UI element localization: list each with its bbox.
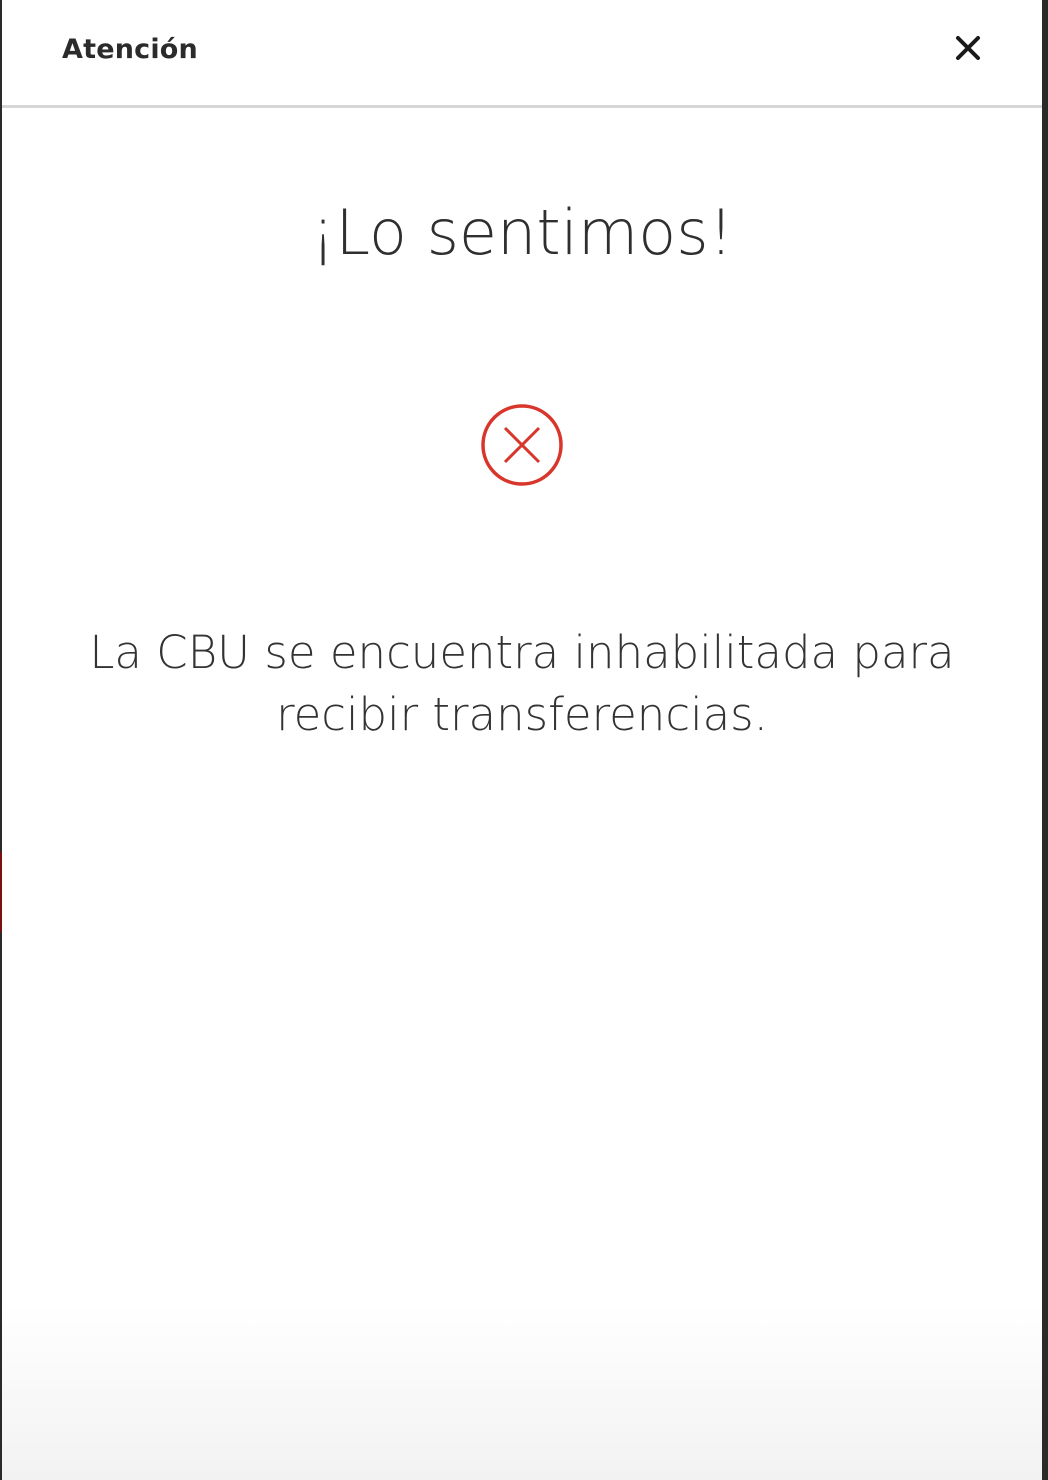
error-circle-x-icon — [481, 404, 563, 486]
close-icon — [956, 36, 980, 60]
modal-title: Atención — [62, 34, 198, 65]
error-message: La CBU se encuentra inhabilitada para re… — [89, 626, 955, 741]
alert-modal: Atención ¡Lo sentimos! La CBU se encuent… — [2, 0, 1042, 1480]
close-button[interactable] — [948, 28, 988, 68]
modal-header: Atención — [2, 0, 1042, 108]
modal-heading: ¡Lo sentimos! — [310, 196, 734, 269]
